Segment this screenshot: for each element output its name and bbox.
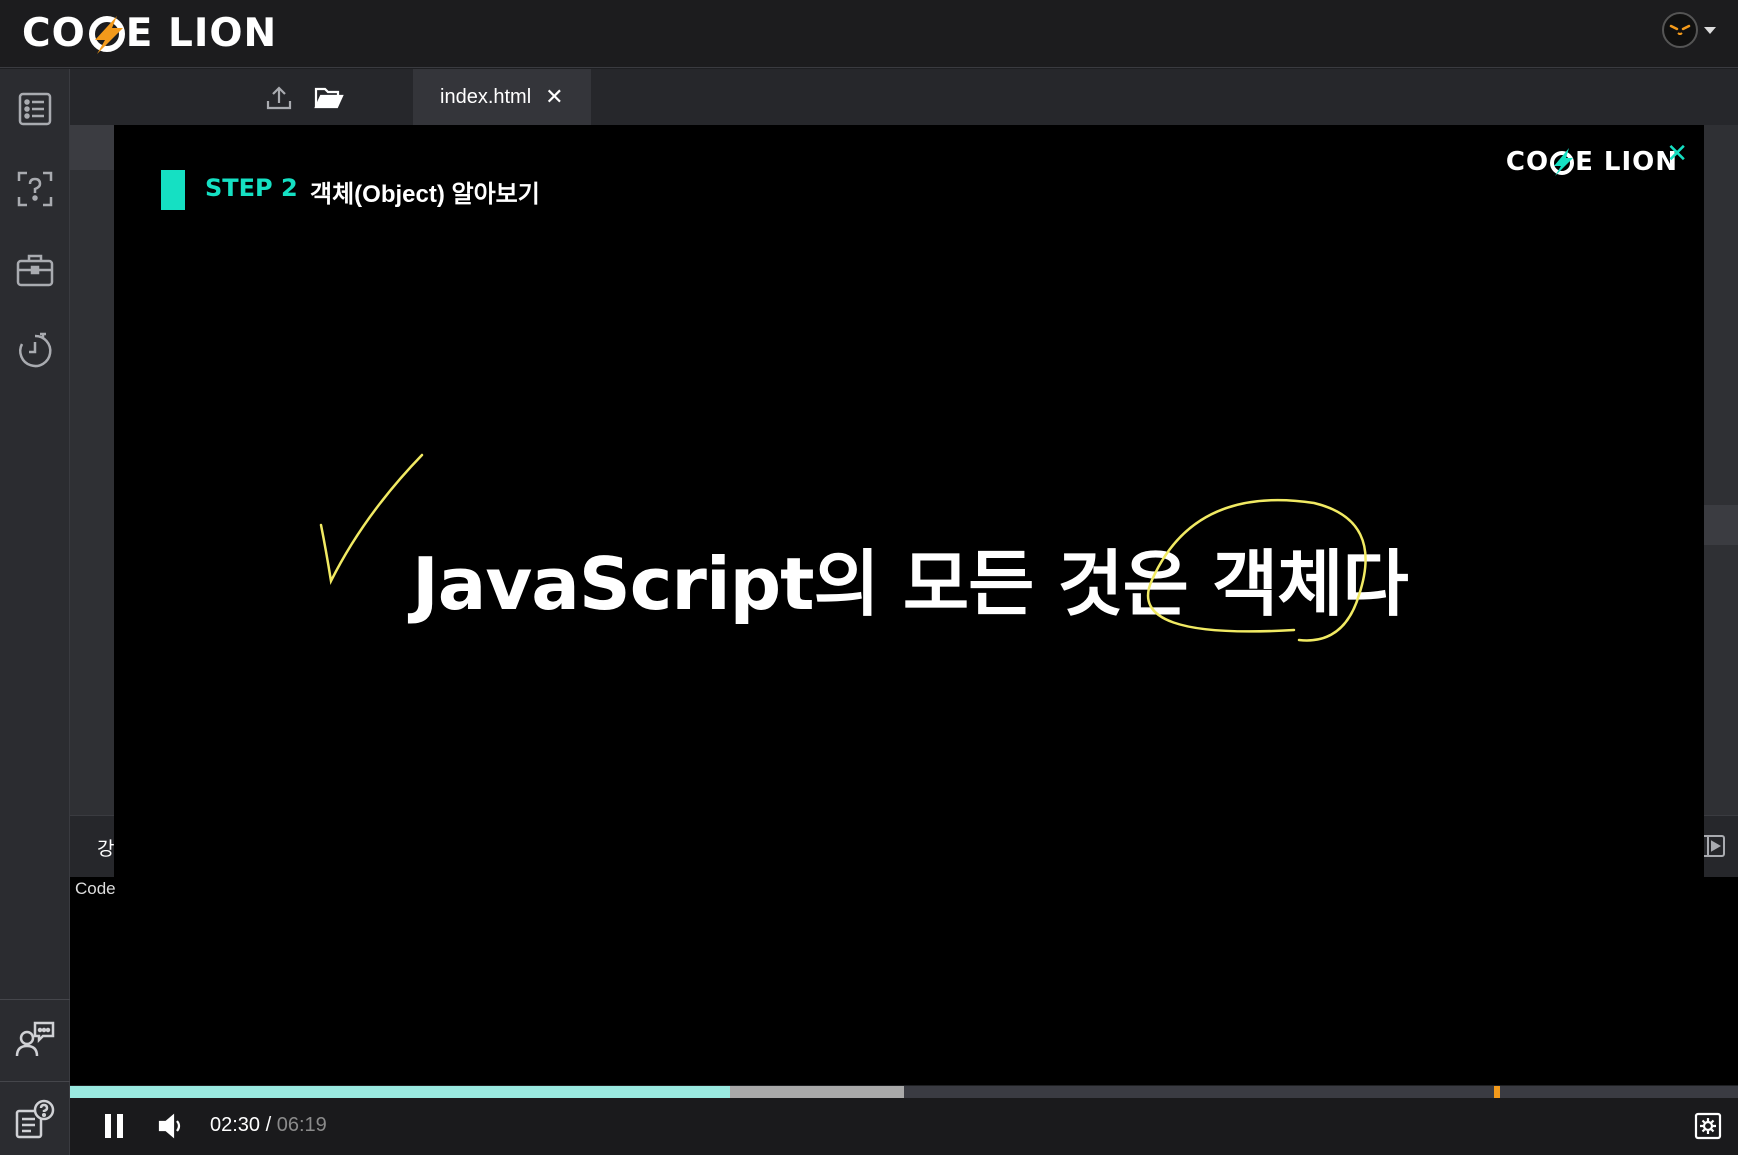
duration: 06:19: [276, 1114, 327, 1136]
user-chat-icon[interactable]: [10, 1014, 60, 1064]
folder-icon[interactable]: [314, 83, 344, 113]
lecture-label: 강: [97, 839, 115, 860]
time-separator: /: [260, 1114, 277, 1136]
question-icon[interactable]: [10, 164, 60, 214]
sidebar-divider: [0, 1081, 70, 1082]
close-icon[interactable]: ✕: [545, 84, 563, 110]
logo-text-right: E LION: [125, 10, 278, 56]
settings-icon[interactable]: [1690, 1108, 1726, 1144]
tab-index-html[interactable]: index.html ✕: [413, 69, 591, 125]
top-bar: CO E LION: [0, 0, 1738, 68]
sidebar-divider: [0, 999, 70, 1000]
editor-gutter: [70, 125, 115, 170]
user-menu[interactable]: [1662, 12, 1716, 48]
briefcase-icon[interactable]: [10, 245, 60, 295]
logo-bolt-icon: [87, 14, 125, 54]
current-time: 02:30: [210, 1114, 261, 1136]
editor-side-strip: [1703, 505, 1738, 545]
time-display: 02:30 / 06:19: [210, 1114, 327, 1137]
list-icon[interactable]: [10, 84, 60, 134]
progress-played: [70, 1086, 730, 1098]
video-progress-bar[interactable]: [70, 1086, 1738, 1098]
handwritten-annotation: [319, 453, 1367, 642]
upload-icon[interactable]: [264, 83, 294, 113]
code-output-area: Code: [70, 877, 1738, 1085]
player-controls: 02:30 / 06:19: [70, 1098, 1738, 1155]
tab-label: index.html: [440, 85, 532, 108]
left-sidebar: [0, 69, 70, 1155]
editor-tab-row: index.html ✕: [70, 69, 1738, 125]
progress-marker[interactable]: [1493, 1086, 1500, 1098]
code-label: Code: [75, 879, 116, 898]
logo-text-left: CO: [22, 10, 86, 56]
video-frame[interactable]: STEP 2 객체(Object) 알아보기 CO E LION ✕ JavaS…: [114, 125, 1704, 877]
chevron-down-icon[interactable]: [1704, 26, 1716, 34]
help-doc-icon[interactable]: [10, 1094, 60, 1144]
pause-icon[interactable]: [96, 1108, 132, 1144]
timer-icon[interactable]: [10, 326, 60, 376]
app-window: CO E LION index.html ✕ 강 Code STEP 2 객체(…: [0, 0, 1738, 1155]
volume-icon[interactable]: [154, 1108, 190, 1144]
avatar[interactable]: [1662, 12, 1698, 48]
code-lion-logo[interactable]: CO E LION: [22, 8, 277, 58]
